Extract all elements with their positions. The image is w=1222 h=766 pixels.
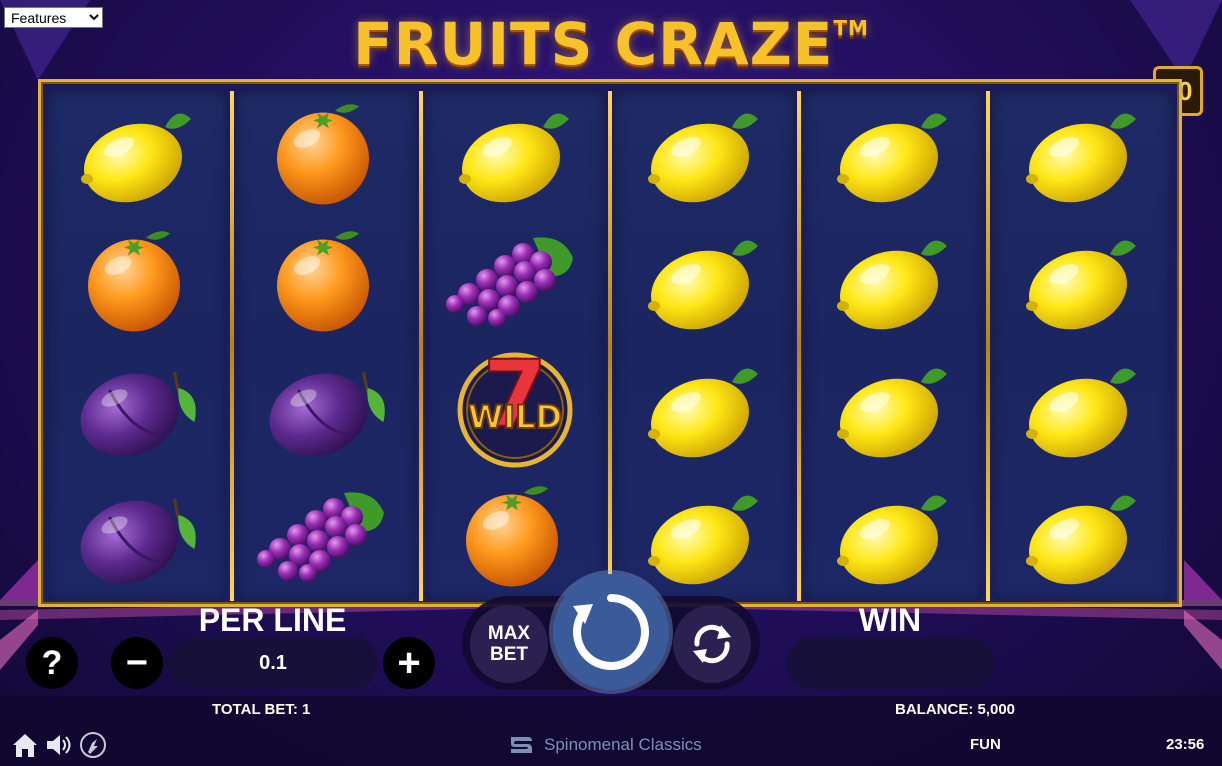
decrease-bet-button[interactable]: − xyxy=(111,637,163,689)
per-line-label: PER LINE xyxy=(198,602,347,638)
reel-4 xyxy=(614,91,794,601)
grapes-symbol xyxy=(425,219,605,346)
balance-text: BALANCE: 5,000 xyxy=(895,701,1016,718)
autoplay-button[interactable] xyxy=(673,605,751,683)
win-label: WIN xyxy=(858,602,922,638)
reel-divider xyxy=(986,91,990,601)
lemon-symbol xyxy=(803,91,983,218)
help-button[interactable]: ? xyxy=(26,637,78,689)
lemon-symbol xyxy=(803,346,983,473)
brand-logo: Spinomenal Classics xyxy=(508,733,702,757)
spin-button[interactable] xyxy=(553,574,669,690)
reel-divider xyxy=(797,91,801,601)
reel-1 xyxy=(47,91,227,601)
clock: 23:56 xyxy=(1166,736,1205,753)
total-bet-text: TOTAL BET: 1 xyxy=(212,701,311,718)
spinomenal-logo-icon xyxy=(511,737,532,753)
reel-3: 7 WILD xyxy=(425,91,605,601)
orange-symbol xyxy=(236,219,416,346)
orange-symbol xyxy=(236,91,416,218)
max-bet-label-line2: BET xyxy=(490,644,528,665)
orange-symbol xyxy=(425,474,605,601)
plum-symbol xyxy=(47,474,227,601)
reel-divider xyxy=(419,91,423,601)
lemon-symbol xyxy=(614,346,794,473)
lemon-symbol xyxy=(614,219,794,346)
plum-symbol xyxy=(47,346,227,473)
trademark-mark: TM xyxy=(833,16,869,40)
game-title-text: FRUITS CRAZE xyxy=(353,10,834,78)
speaker-icon[interactable] xyxy=(44,731,72,759)
lemon-symbol xyxy=(992,219,1172,346)
lemon-symbol xyxy=(425,91,605,218)
lemon-symbol xyxy=(992,346,1172,473)
reel-6 xyxy=(992,91,1172,601)
turbo-icon[interactable] xyxy=(79,731,107,759)
orange-symbol xyxy=(47,219,227,346)
win-value xyxy=(787,637,995,689)
lemon-symbol xyxy=(803,474,983,601)
plum-symbol xyxy=(236,346,416,473)
reel-divider xyxy=(230,91,234,601)
reel-2 xyxy=(236,91,416,601)
reel-divider xyxy=(608,91,612,601)
spin-icon xyxy=(573,594,649,670)
lemon-symbol xyxy=(47,91,227,218)
reel-5 xyxy=(803,91,983,601)
max-bet-label-line1: MAX xyxy=(487,623,531,644)
max-bet-button[interactable]: MAX BET xyxy=(470,605,548,683)
increase-bet-button[interactable]: + xyxy=(383,637,435,689)
reel-frame: 7 WILD xyxy=(38,79,1182,607)
game-title: FRUITS CRAZETM xyxy=(0,10,1222,78)
per-line-value: 0.1 xyxy=(168,637,378,689)
lemon-symbol xyxy=(992,91,1172,218)
grapes-symbol xyxy=(236,474,416,601)
wild-symbol: 7 WILD xyxy=(425,346,605,473)
wild-label: WILD xyxy=(468,398,562,436)
home-icon[interactable] xyxy=(11,731,39,759)
autoplay-icon xyxy=(693,624,731,664)
lemon-symbol xyxy=(992,474,1172,601)
lemon-symbol xyxy=(614,91,794,218)
brand-name: Spinomenal Classics xyxy=(544,735,702,754)
lemon-symbol xyxy=(803,219,983,346)
game-mode: FUN xyxy=(970,736,1001,753)
